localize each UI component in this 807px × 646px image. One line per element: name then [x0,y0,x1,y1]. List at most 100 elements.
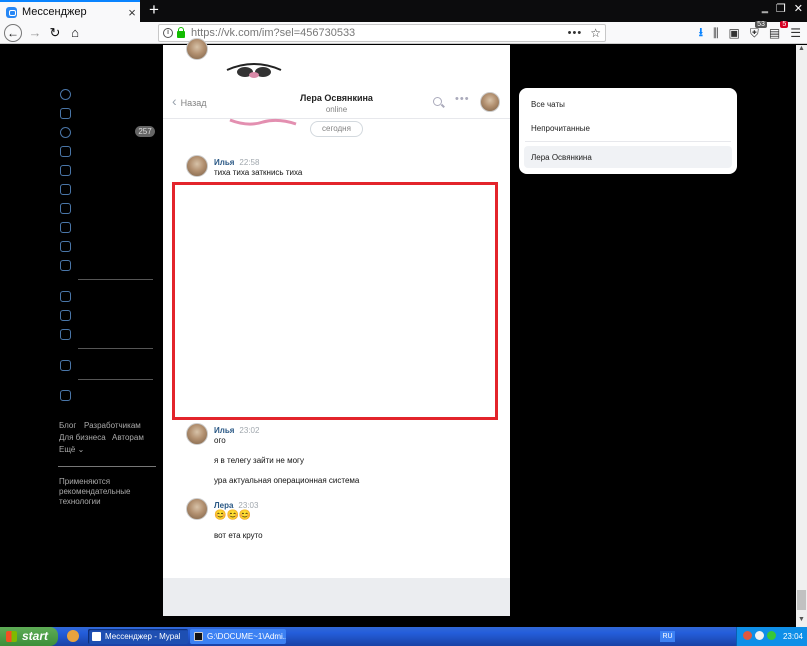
tab-close-button[interactable]: × [124,5,140,20]
tray-network-icon[interactable] [767,631,776,640]
system-tray: 23:04 [736,627,807,646]
scroll-down-icon[interactable]: ▼ [796,616,807,627]
scroll-thumb[interactable] [797,590,806,610]
services-icon[interactable] [60,390,71,401]
nav-divider [78,379,153,380]
scroll-up-icon[interactable]: ▲ [796,45,807,56]
bookmark-star-icon[interactable]: ☆ [590,26,601,40]
message-time[interactable]: 22:58 [239,158,259,167]
site-info-icon[interactable]: i [163,28,173,38]
hamburger-menu-icon[interactable]: ☰ [790,26,801,40]
notification-icon[interactable]: ▤ 5 [769,21,789,40]
home-button[interactable]: ⌂ [66,24,84,42]
page-scrollbar[interactable]: ▲ ▼ [796,45,807,627]
message-author[interactable]: Лера [214,501,233,510]
vk-favicon-icon [6,6,17,18]
photos-icon[interactable] [60,184,71,195]
avatar[interactable] [186,498,208,520]
quick-launch-icon[interactable] [67,630,79,642]
more-icon[interactable]: ••• [455,93,470,105]
start-button[interactable]: start [0,627,58,646]
composer-area[interactable] [163,578,510,616]
header-avatar[interactable] [480,92,500,112]
chat-contact-status: online [325,105,348,114]
message-header: Илья 22:58 [214,156,259,168]
footer-link-more[interactable]: Ещё ⌄ [59,445,84,454]
extension-shield-icon[interactable]: ⛨ 53 [750,20,767,41]
community-icon[interactable] [60,360,71,371]
videos-icon[interactable] [60,222,71,233]
apps-icon[interactable] [60,291,71,302]
sticker-image [224,63,284,80]
message-author[interactable]: Илья [214,426,234,435]
profile-icon[interactable] [60,89,71,100]
folder-unread[interactable]: Непрочитанные [531,124,590,133]
communities-icon[interactable] [60,165,71,176]
back-link[interactable]: ‹ Назад [172,94,207,108]
friends-icon[interactable] [60,146,71,157]
reload-button[interactable]: ↻ [46,24,64,42]
minimize-button[interactable]: ‗ [762,2,768,15]
message-text: ура актуальная операционная система [214,476,360,485]
extension-badge: 53 [755,20,767,28]
window-controls: ‗ ❐ ✕ [762,2,803,15]
bookmarks-icon[interactable] [60,310,71,321]
recommendation-note[interactable]: Применяются рекомендательные технологии [59,477,159,507]
redacted-region [172,182,498,420]
news-icon[interactable] [60,108,71,119]
message-header: Илья 23:02 [214,424,259,436]
navigation-bar: ← → ↻ ⌂ i https://vk.com/im?sel=45673053… [0,20,807,44]
footer-link-authors[interactable]: Авторам [112,433,144,442]
language-indicator[interactable]: RU [660,631,675,642]
footer-link-blog[interactable]: Блог [59,421,76,430]
nav-divider [78,279,153,280]
sidebar-toggle-icon[interactable]: ▣ [729,26,740,40]
footer-link-business[interactable]: Для бизнеса [59,433,106,442]
folder-all-chats[interactable]: Все чаты [531,100,565,109]
message-author[interactable]: Илья [214,158,234,167]
avatar[interactable] [186,38,208,60]
avatar[interactable] [186,423,208,445]
new-tab-button[interactable]: + [145,0,163,22]
clock[interactable]: 23:04 [783,627,803,646]
taskbar-item-cmd[interactable]: G:\DOCUME~1\Admi... [190,629,286,644]
url-text[interactable]: https://vk.com/im?sel=456730533 [191,27,568,39]
taskbar-item-label: G:\DOCUME~1\Admi... [207,632,286,641]
windows-taskbar: start Мессенджер - Mypal G:\DOCUME~1\Adm… [0,627,807,646]
tray-chrome-icon[interactable] [743,631,752,640]
messages-icon[interactable] [60,127,71,138]
tab-strip: Мессенджер × + ‗ ❐ ✕ [0,0,807,22]
search-icon[interactable] [433,97,442,106]
tab-messenger[interactable]: Мессенджер × [0,0,140,22]
toolbar-right: ⭳ ⫼ ▣ ⛨ 53 ▤ 5 ☰ [699,20,801,44]
message-time[interactable]: 23:02 [239,426,259,435]
library-icon[interactable]: ⫼ [713,26,719,41]
download-icon[interactable]: ⭳ [699,23,703,44]
back-label: Назад [180,98,207,108]
footer-link-developers[interactable]: Разработчикам [84,421,141,430]
taskbar-item-browser[interactable]: Мессенджер - Mypal [88,629,188,644]
avatar[interactable] [186,155,208,177]
chat-contact-name[interactable]: Лера Освянкина [263,93,410,103]
page-actions-icon[interactable]: ••• [568,27,583,39]
tray-app-icon[interactable] [755,631,764,640]
browser-icon [92,632,101,641]
music-icon[interactable] [60,203,71,214]
folder-selected-chat-label: Лера Освянкина [531,153,592,162]
url-bar[interactable]: i https://vk.com/im?sel=456730533 ••• ☆ [158,24,606,42]
restore-button[interactable]: ❐ [776,2,786,15]
message-time[interactable]: 23:03 [238,501,258,510]
footer-divider [58,466,156,467]
message-emoji: 😊😊😊 [214,510,252,521]
tab-title: Мессенджер [22,6,87,18]
games-icon[interactable] [60,241,71,252]
back-button[interactable]: ← [4,24,22,42]
close-window-button[interactable]: ✕ [794,2,803,15]
forward-button[interactable]: → [26,24,44,42]
start-label: start [22,629,49,643]
market-icon[interactable] [60,260,71,271]
message-text: я в телегу зайти не могу [214,456,304,465]
nav-divider [78,348,153,349]
documents-icon[interactable] [60,329,71,340]
message-text: тиха тиха заткнись тиха [214,168,303,177]
